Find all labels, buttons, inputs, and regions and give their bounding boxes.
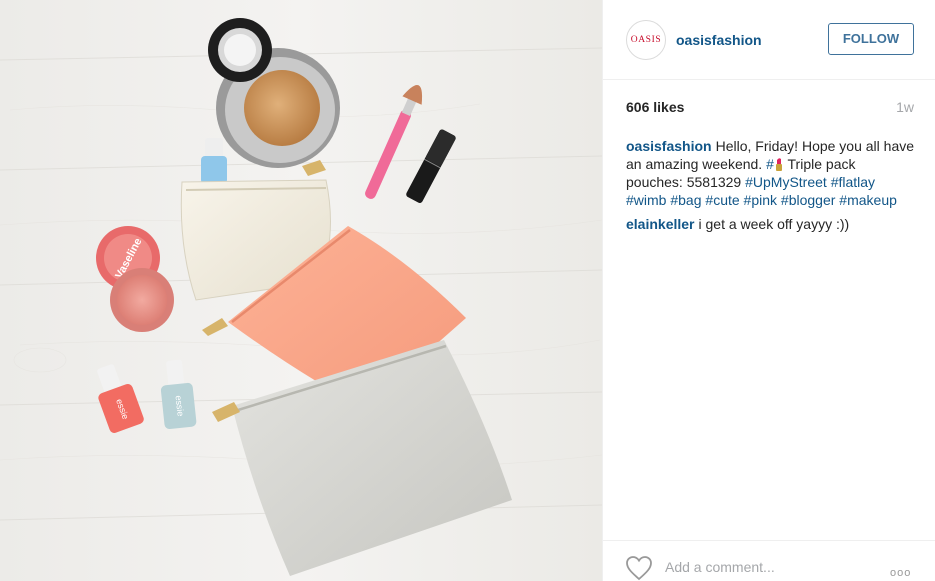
likes-count[interactable]: 606 likes <box>626 99 684 115</box>
hashtag[interactable]: #pink <box>744 192 777 208</box>
comments-list: oasisfashion Hello, Friday! Hope you all … <box>626 137 916 239</box>
flatlay-image: Vaseline essie essie <box>0 0 602 581</box>
header-username[interactable]: oasisfashion <box>676 32 762 48</box>
likes-row: 606 likes 1w <box>626 99 914 115</box>
timestamp[interactable]: 1w <box>896 99 914 115</box>
blush-compact <box>110 268 174 332</box>
hashtag[interactable]: #cute <box>705 192 739 208</box>
caption: oasisfashion Hello, Friday! Hope you all … <box>626 137 916 209</box>
hashtag[interactable]: #makeup <box>839 192 897 208</box>
hashtag[interactable]: #UpMyStreet <box>745 174 827 190</box>
comment-username[interactable]: elainkeller <box>626 216 695 232</box>
add-comment-input[interactable]: Add a comment... <box>665 559 775 575</box>
follow-button[interactable]: FOLLOW <box>828 23 914 55</box>
caption-hash[interactable]: # <box>766 156 774 172</box>
hashtag[interactable]: #blogger <box>781 192 836 208</box>
comment-bar: Add a comment... ooo <box>603 540 935 581</box>
lipstick-emoji-icon <box>775 158 782 171</box>
hashtag[interactable]: #bag <box>670 192 701 208</box>
heart-outline-icon[interactable] <box>625 555 653 581</box>
post-header: OASIS oasisfashion FOLLOW <box>603 0 935 80</box>
avatar-logo-text: OASIS <box>630 34 662 45</box>
avatar[interactable]: OASIS <box>626 19 666 60</box>
post-photo[interactable]: Vaseline essie essie <box>0 0 602 581</box>
instagram-post: Vaseline essie essie OASIS oasisfashion … <box>0 0 935 581</box>
comment: elainkeller i get a week off yayyy :)) <box>626 215 916 233</box>
more-options-icon[interactable]: ooo <box>890 567 911 579</box>
hashtag[interactable]: #wimb <box>626 192 666 208</box>
post-details-panel: OASIS oasisfashion FOLLOW 606 likes 1w o… <box>602 0 935 581</box>
caption-username[interactable]: oasisfashion <box>626 138 712 154</box>
hashtag[interactable]: #flatlay <box>831 174 875 190</box>
comment-text: i get a week off yayyy :)) <box>698 216 850 232</box>
